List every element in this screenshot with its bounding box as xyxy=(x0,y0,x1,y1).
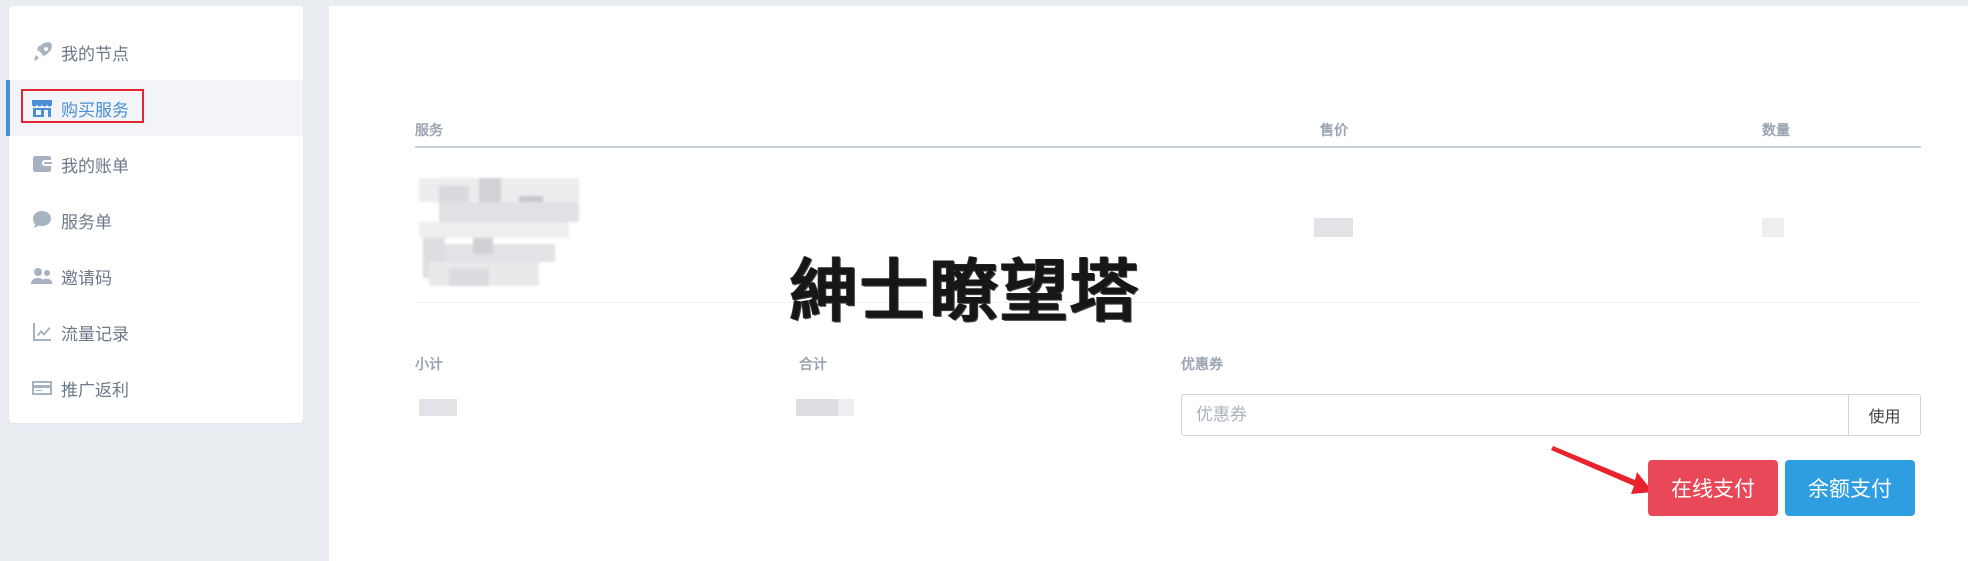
column-header-price: 售价 xyxy=(1320,123,1348,139)
apply-coupon-button[interactable]: 使用 xyxy=(1848,395,1920,435)
total-value-redacted-tail xyxy=(838,399,854,416)
online-pay-button[interactable]: 在线支付 xyxy=(1648,460,1778,516)
column-header-service: 服务 xyxy=(415,123,443,139)
total-label: 合计 xyxy=(799,357,827,373)
table-row-divider xyxy=(415,302,1921,303)
quantity-value-redacted xyxy=(1762,218,1784,237)
sidebar-item-label: 我的节点 xyxy=(61,44,129,65)
sidebar-item-label: 流量记录 xyxy=(61,324,129,345)
store-icon xyxy=(29,95,55,121)
sidebar-nav: 我的节点 购买服务 我的账单 服务单 邀请码 流量记录 推广返利 xyxy=(6,6,303,423)
price-value-redacted xyxy=(1314,218,1353,237)
sidebar-item-label: 我的账单 xyxy=(61,156,129,177)
column-header-quantity: 数量 xyxy=(1762,123,1790,139)
balance-pay-button[interactable]: 余额支付 xyxy=(1785,460,1915,516)
watermark-text: 紳士瞭望塔 xyxy=(790,252,1141,332)
subtotal-value-redacted xyxy=(419,399,457,416)
sidebar-item-referral[interactable]: 推广返利 xyxy=(9,360,303,416)
sidebar-item-traffic-log[interactable]: 流量记录 xyxy=(9,304,303,360)
purchase-panel: 服务 售价 数量 紳士瞭望塔 小计 合计 优惠券 使用 在线支付 余额支付 xyxy=(329,6,1968,561)
coupon-label: 优惠券 xyxy=(1181,357,1223,373)
sidebar-item-tickets[interactable]: 服务单 xyxy=(9,192,303,248)
line-chart-icon xyxy=(29,319,55,345)
coupon-input[interactable] xyxy=(1182,395,1848,435)
wallet-icon xyxy=(29,151,55,177)
sidebar-item-invite-code[interactable]: 邀请码 xyxy=(9,248,303,304)
total-value-redacted xyxy=(796,399,838,416)
subtotal-label: 小计 xyxy=(415,357,443,373)
coupon-input-group: 使用 xyxy=(1181,394,1921,436)
sidebar-item-label: 邀请码 xyxy=(61,268,112,289)
table-header-divider xyxy=(415,146,1921,148)
credit-card-icon xyxy=(29,375,55,401)
sidebar-item-my-bills[interactable]: 我的账单 xyxy=(9,136,303,192)
service-name-redacted xyxy=(419,178,579,306)
rocket-icon xyxy=(29,39,55,65)
sidebar-item-label: 服务单 xyxy=(61,212,112,233)
chat-bubble-icon xyxy=(29,207,55,233)
users-icon xyxy=(29,263,55,289)
sidebar-item-buy-service[interactable]: 购买服务 xyxy=(6,80,303,136)
sidebar-item-my-nodes[interactable]: 我的节点 xyxy=(9,24,303,80)
sidebar-item-label: 购买服务 xyxy=(61,100,129,121)
sidebar-item-label: 推广返利 xyxy=(61,380,129,401)
